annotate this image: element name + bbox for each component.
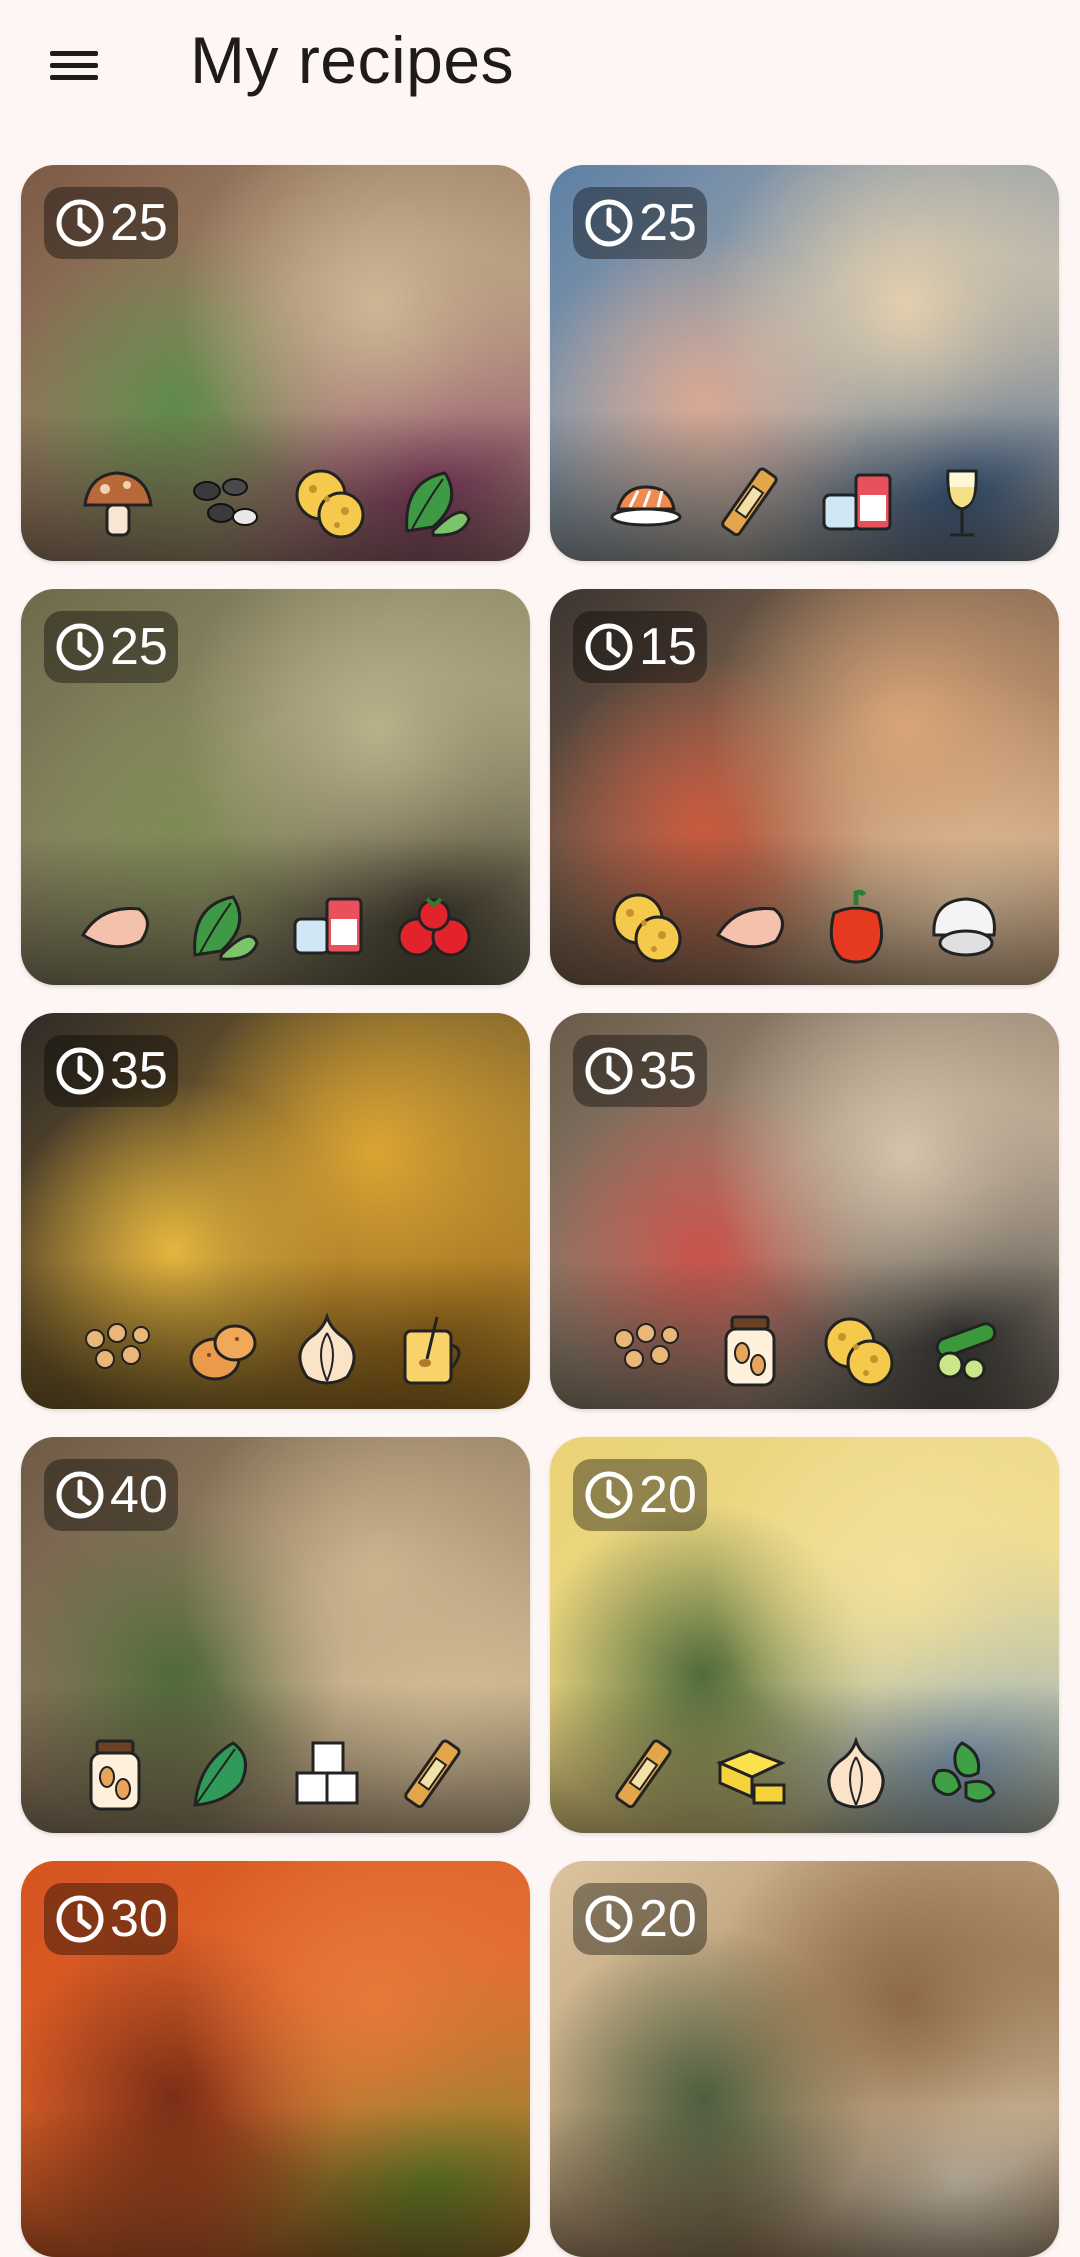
ingredient-icons [550, 1309, 1059, 1401]
spaghetti-icon [614, 1739, 672, 1809]
garlic-icon [827, 1736, 884, 1809]
mushroom-icon [82, 471, 153, 537]
clock-icon [56, 1895, 104, 1943]
prep-time-value: 30 [110, 1890, 168, 1948]
tomatoes-icon [397, 897, 470, 957]
prep-time-badge: 25 [44, 187, 178, 259]
recipe-card[interactable]: 20 [550, 1437, 1059, 1833]
prep-time-value: 40 [110, 1466, 168, 1524]
garlic-icon [298, 1312, 355, 1385]
basil-icon [931, 1741, 996, 1803]
recipe-card[interactable]: 25 [21, 165, 530, 561]
spinach-icon [404, 471, 471, 537]
prep-time-value: 15 [639, 618, 697, 676]
beans-icon [192, 478, 258, 526]
spaghetti-icon [403, 1739, 461, 1809]
recipe-card[interactable]: 25 [21, 589, 530, 985]
ingredient-icons [21, 1733, 530, 1825]
clock-icon [585, 1047, 633, 1095]
chicken-breast-icon [715, 907, 784, 949]
prep-time-badge: 35 [44, 1035, 178, 1107]
tofu-icon [295, 1741, 358, 1805]
prep-time-badge: 40 [44, 1459, 178, 1531]
ingredient-icons [550, 461, 1059, 553]
recipe-card[interactable]: 30 [21, 1861, 530, 2257]
spaghetti-icon [720, 467, 778, 537]
card-shade [550, 2107, 1059, 2257]
recipe-card[interactable]: 15 [550, 589, 1059, 985]
clock-icon [56, 1047, 104, 1095]
ingredient-icons [550, 885, 1059, 977]
ingredient-icons [21, 885, 530, 977]
prep-time-badge: 35 [573, 1035, 707, 1107]
chickpeas-icon [613, 1323, 679, 1369]
prep-time-value: 25 [110, 194, 168, 252]
bell-pepper-icon [829, 889, 883, 964]
recipe-card[interactable]: 35 [21, 1013, 530, 1409]
card-shade [21, 2107, 530, 2257]
cheese-icon [612, 893, 681, 963]
cream-icon [293, 897, 362, 955]
recipe-card[interactable]: 25 [550, 165, 1059, 561]
clock-icon [585, 1895, 633, 1943]
prep-time-badge: 15 [573, 611, 707, 683]
clock-icon [585, 623, 633, 671]
recipe-card[interactable]: 40 [21, 1437, 530, 1833]
chicken-breast-icon [80, 907, 149, 949]
cucumber-icon [935, 1322, 996, 1381]
prep-time-badge: 25 [573, 187, 707, 259]
prep-time-value: 35 [110, 1042, 168, 1100]
salmon-icon [610, 485, 681, 527]
clock-icon [56, 623, 104, 671]
recipe-grid: 25 25 25 15 35 35 40 20 30 20 [0, 0, 1080, 2257]
jar-icon [724, 1315, 775, 1387]
butter-icon [715, 1749, 786, 1805]
prep-time-badge: 20 [573, 1459, 707, 1531]
prep-time-value: 20 [639, 1466, 697, 1524]
prep-time-badge: 20 [573, 1883, 707, 1955]
prep-time-badge: 25 [44, 611, 178, 683]
mushroom-white-icon [931, 897, 996, 957]
clock-icon [585, 199, 633, 247]
clock-icon [585, 1471, 633, 1519]
prep-time-value: 35 [639, 1042, 697, 1100]
cheese-icon [824, 1317, 893, 1387]
kale-icon [192, 1741, 247, 1807]
recipe-card[interactable]: 35 [550, 1013, 1059, 1409]
recipe-card[interactable]: 20 [550, 1861, 1059, 2257]
ingredient-icons [550, 1733, 1059, 1825]
cream-icon [822, 473, 891, 531]
broth-icon [403, 1316, 460, 1385]
clock-icon [56, 1471, 104, 1519]
chickpeas-icon [84, 1323, 150, 1369]
potato-icon [189, 1324, 256, 1381]
ingredient-icons [21, 461, 530, 553]
clock-icon [56, 199, 104, 247]
wine-icon [945, 469, 978, 537]
spinach-icon [192, 895, 259, 961]
prep-time-value: 25 [110, 618, 168, 676]
jar-icon [89, 1739, 140, 1811]
prep-time-badge: 30 [44, 1883, 178, 1955]
ingredient-icons [21, 1309, 530, 1401]
prep-time-value: 20 [639, 1890, 697, 1948]
cheese-icon [295, 469, 364, 539]
prep-time-value: 25 [639, 194, 697, 252]
